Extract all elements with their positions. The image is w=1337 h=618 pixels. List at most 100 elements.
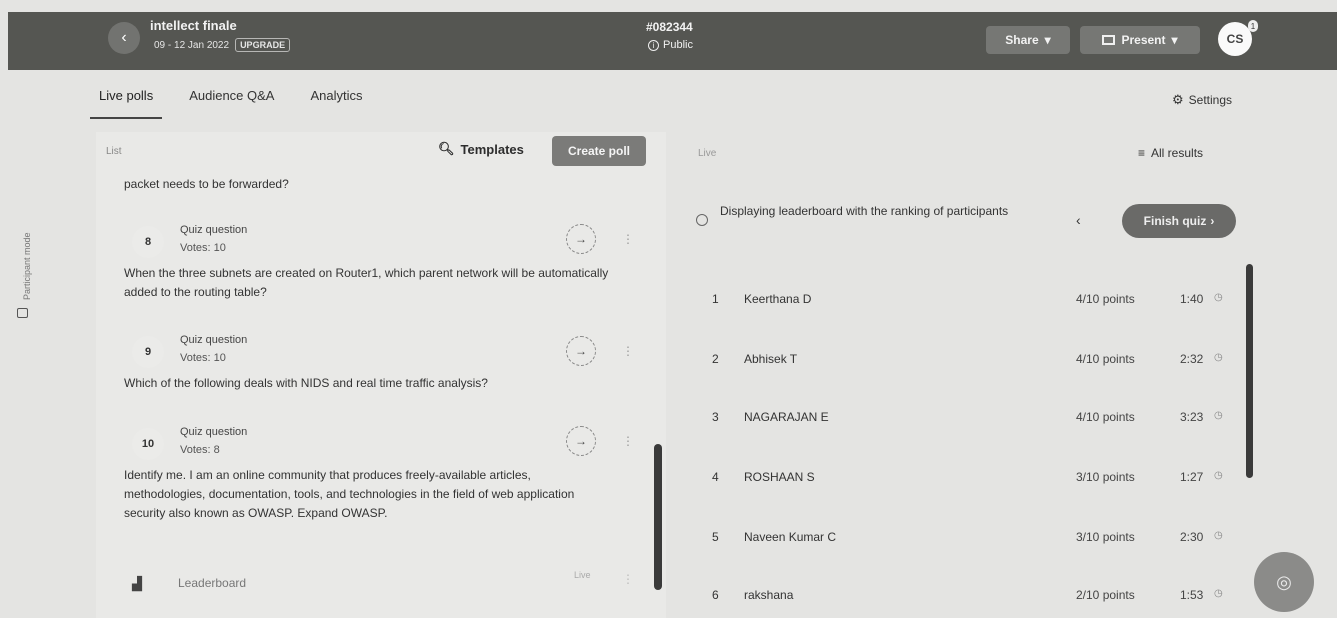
clock-icon: ◷ [1214, 292, 1223, 303]
leaderboard-row: 5 Naveen Kumar C 3/10 points 2:30 ◷ [706, 522, 1226, 552]
chevron-left-icon: ‹ [121, 29, 127, 46]
rank: 5 [712, 530, 719, 544]
tab-live-polls[interactable]: Live polls [90, 78, 163, 119]
leaderboard-row: 1 Keerthana D 4/10 points 1:40 ◷ [706, 284, 1226, 314]
leaderboard-scrollbar[interactable] [1246, 264, 1253, 478]
upgrade-badge[interactable]: UPGRADE [235, 38, 291, 52]
leaderboard-list-item[interactable]: ▟ Leaderboard Live ⋮ [96, 562, 656, 618]
poll-list-header: List 🔍︎ Templates Create poll [96, 132, 666, 172]
finish-quiz-button[interactable]: Finish quiz › [1122, 204, 1236, 238]
info-icon: i [648, 39, 659, 51]
back-button[interactable]: ‹ [108, 22, 140, 54]
templates-button[interactable]: 🔍︎ Templates [438, 141, 524, 157]
leaderboard-info-text: Displaying leaderboard with the ranking … [720, 204, 1009, 218]
chevron-down-icon: ▾ [1171, 33, 1178, 47]
event-title[interactable]: intellect finale [150, 18, 237, 33]
tab-analytics[interactable]: Analytics [301, 78, 371, 119]
event-dates: 09 - 12 Jan 2022 UPGRADE [154, 38, 291, 52]
rank: 2 [712, 352, 719, 366]
activate-poll-arrow-icon[interactable]: → [566, 224, 596, 254]
rank: 4 [712, 470, 719, 484]
more-options-icon[interactable]: ⋮ [622, 232, 634, 246]
poll-votes: Votes: 10 [180, 352, 226, 364]
time: 1:40 [1180, 292, 1204, 306]
more-options-icon[interactable]: ⋮ [622, 434, 634, 448]
rank: 3 [712, 410, 719, 424]
participant-name: ROSHAAN S [744, 470, 815, 484]
clock-icon: ◷ [1214, 352, 1223, 363]
leaderboard-icon: ▟ [132, 576, 142, 591]
chevron-right-icon: › [1210, 214, 1215, 228]
points: 3/10 points [1076, 470, 1135, 484]
settings-label: Settings [1188, 93, 1233, 107]
leaderboard-row: 4 ROSHAAN S 3/10 points 1:27 ◷ [706, 462, 1226, 492]
clock-icon: ◷ [1214, 530, 1223, 541]
present-label: Present [1121, 33, 1166, 47]
participant-name: NAGARAJAN E [744, 410, 829, 424]
poll-question: When the three subnets are created on Ro… [124, 266, 609, 299]
poll-question: Identify me. I am an online community th… [124, 468, 575, 520]
search-icon: 🔍︎ [438, 141, 455, 156]
previous-icon[interactable]: ‹ [1076, 212, 1081, 228]
event-dates-text: 09 - 12 Jan 2022 [154, 39, 230, 51]
participant-mode-icon [17, 308, 28, 318]
participant-name: rakshana [744, 588, 794, 602]
help-button[interactable]: ◎ [1254, 552, 1314, 612]
rank: 6 [712, 588, 719, 602]
poll-votes: Votes: 8 [180, 444, 220, 456]
clock-icon: ◷ [1214, 588, 1223, 599]
share-button[interactable]: Share ▾ [986, 26, 1070, 54]
clock-icon: ◷ [1214, 470, 1223, 481]
activate-poll-arrow-icon[interactable]: → [566, 336, 596, 366]
visibility-label: Public [663, 39, 693, 51]
gear-icon: ⚙ [1172, 92, 1184, 107]
help-icon: ◎ [1276, 571, 1292, 592]
participant-name: Abhisek T [744, 352, 798, 366]
live-heading: Live [698, 148, 717, 159]
poll-votes: Votes: 10 [180, 242, 226, 254]
participant-mode-toggle[interactable]: Participant mode [10, 188, 34, 328]
filter-icon: ≡ [1138, 146, 1146, 160]
chevron-down-icon: ▾ [1044, 33, 1051, 47]
main-tabs: Live polls Audience Q&A Analytics [90, 78, 390, 119]
poll-list-heading: List [106, 146, 122, 157]
info-icon [696, 214, 708, 226]
poll-type: Quiz question [180, 426, 248, 438]
time: 2:32 [1180, 352, 1204, 366]
poll-list-panel: List 🔍︎ Templates Create poll packet nee… [96, 132, 666, 618]
activate-poll-arrow-icon[interactable]: → [566, 426, 596, 456]
participant-name: Naveen Kumar C [744, 530, 837, 544]
create-poll-button[interactable]: Create poll [552, 136, 646, 166]
all-results-button[interactable]: ≡ All results [1138, 146, 1203, 160]
notification-badge: 1 [1248, 20, 1258, 32]
avatar[interactable]: CS [1218, 22, 1252, 56]
participant-name: Keerthana D [744, 292, 812, 306]
more-options-icon[interactable]: ⋮ [622, 344, 634, 358]
leaderboard-row: 2 Abhisek T 4/10 points 2:32 ◷ [706, 344, 1226, 374]
participant-mode-label: Participant mode [22, 232, 32, 300]
leaderboard-row: 3 NAGARAJAN E 4/10 points 3:23 ◷ [706, 402, 1226, 432]
share-label: Share [1005, 33, 1039, 47]
poll-type: Quiz question [180, 224, 248, 236]
poll-number: 8 [132, 226, 164, 258]
time: 1:27 [1180, 470, 1204, 484]
rank: 1 [712, 292, 719, 306]
more-options-icon[interactable]: ⋮ [622, 572, 634, 586]
poll-type: Quiz question [180, 334, 248, 346]
leaderboard-label: Leaderboard [178, 576, 247, 590]
leaderboard-panel: Live ≡ All results Displaying leaderboar… [676, 132, 1256, 618]
finish-quiz-label: Finish quiz [1143, 214, 1207, 228]
settings-button[interactable]: ⚙ Settings [1172, 92, 1232, 108]
points: 4/10 points [1076, 410, 1135, 424]
top-bar: ‹ intellect finale 09 - 12 Jan 2022 UPGR… [8, 12, 1337, 70]
present-button[interactable]: Present ▾ [1080, 26, 1200, 54]
time: 2:30 [1180, 530, 1204, 544]
all-results-label: All results [1151, 146, 1204, 160]
clock-icon: ◷ [1214, 410, 1223, 421]
tab-audience-qa[interactable]: Audience Q&A [180, 78, 283, 119]
poll-question: Which of the following deals with NIDS a… [124, 376, 488, 390]
poll-number: 9 [132, 336, 164, 368]
visibility-indicator[interactable]: i Public [648, 39, 693, 51]
live-badge: Live [574, 570, 591, 580]
points: 2/10 points [1076, 588, 1135, 602]
